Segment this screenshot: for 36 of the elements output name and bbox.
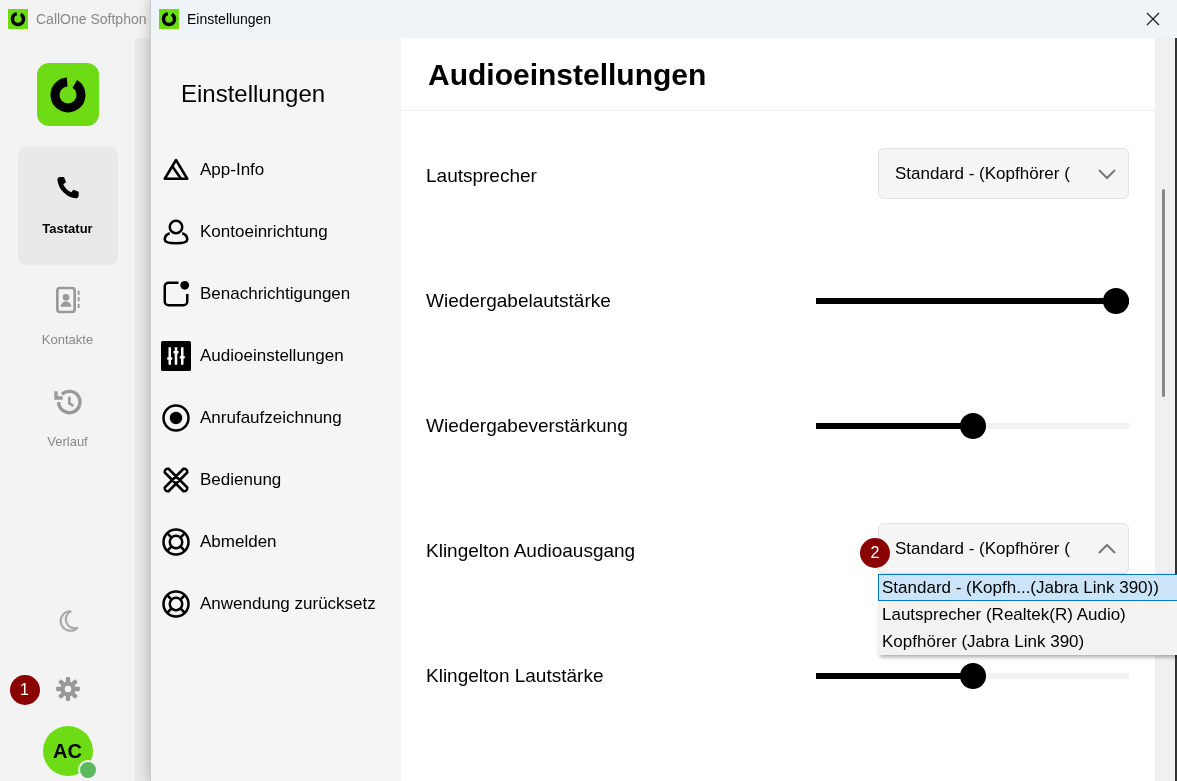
dropdown-option[interactable]: Standard - (Kopfh...(Jabra Link 390)) bbox=[878, 574, 1177, 601]
sidebar-item[interactable]: Anrufaufzeichnung bbox=[161, 398, 401, 438]
app-logo-icon bbox=[159, 9, 179, 29]
chevron-down-icon bbox=[1098, 167, 1116, 180]
setting-label: Wiedergabeverstärkung bbox=[426, 414, 628, 438]
setting-label: Klingelton Lautstärke bbox=[426, 664, 604, 688]
sidebar-item[interactable]: Abmelden bbox=[161, 522, 401, 562]
nav-tab[interactable]: Tastatur bbox=[17, 146, 118, 265]
slider[interactable] bbox=[816, 663, 1129, 689]
window-title: CallOne Softphon bbox=[36, 9, 147, 29]
close-icon[interactable] bbox=[1146, 12, 1160, 26]
sidebar-item[interactable]: Bedienung bbox=[161, 460, 401, 500]
sidebar-item[interactable]: Benachrichtigungen bbox=[161, 274, 401, 314]
sidebar-item[interactable]: Anwendung zurücksetz bbox=[161, 584, 401, 624]
sidebar-item[interactable]: Audioeinstellungen bbox=[161, 336, 401, 376]
annotation-marker: 2 bbox=[860, 538, 890, 568]
sidebar-heading: Einstellungen bbox=[180, 79, 327, 109]
slider[interactable] bbox=[816, 288, 1129, 314]
sidebar-item[interactable]: Kontoeinrichtung bbox=[161, 212, 401, 252]
sidebar-item[interactable]: App-Info bbox=[161, 150, 401, 190]
app-logo-icon bbox=[8, 9, 28, 29]
user-avatar[interactable]: AC bbox=[42, 726, 93, 776]
dropdown-option[interactable]: Kopfhörer (Jabra Link 390) bbox=[878, 628, 1177, 655]
window-title: Einstellungen bbox=[187, 9, 272, 29]
chevron-up-icon bbox=[1098, 542, 1116, 555]
dropdown[interactable]: Standard - (Kopfhörer ( bbox=[878, 523, 1129, 574]
setting-label: Lautsprecher bbox=[426, 164, 537, 188]
dropdown-option[interactable]: Lautsprecher (Realtek(R) Audio) bbox=[878, 601, 1177, 628]
dropdown[interactable]: Standard - (Kopfhörer ( bbox=[878, 148, 1129, 199]
annotation-marker: 1 bbox=[9, 675, 40, 705]
page-title: Audioeinstellungen bbox=[428, 56, 707, 93]
setting-label: Klingelton Audioausgang bbox=[426, 539, 636, 563]
slider[interactable] bbox=[816, 413, 1129, 439]
setting-label: Wiedergabelautstärke bbox=[426, 289, 611, 313]
settings-icon[interactable] bbox=[54, 676, 81, 702]
app-logo bbox=[36, 63, 99, 126]
